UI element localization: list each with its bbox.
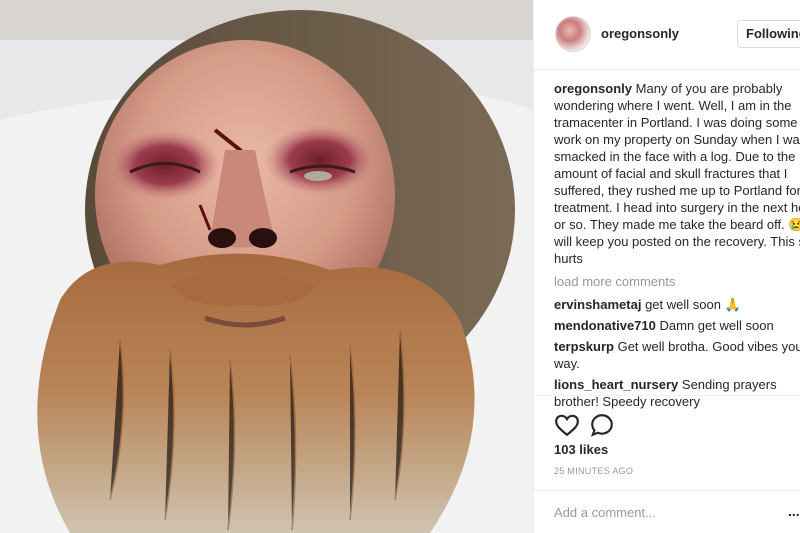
comment-bubble-icon[interactable] [589, 412, 615, 438]
comment-username[interactable]: mendonative710 [554, 318, 656, 333]
comment-username[interactable]: terpskurp [554, 339, 614, 354]
post-photo[interactable] [0, 0, 533, 533]
post-actions: 103 likes 25 MINUTES AGO [534, 395, 800, 491]
caption-text: Many of you are probably wondering where… [554, 81, 800, 266]
post-caption: oregonsonly Many of you are probably won… [554, 80, 800, 267]
comment-text: Damn get well soon [659, 318, 774, 333]
post-header: oregonsonly Following [534, 0, 800, 70]
comment-text: get well soon 🙏 [645, 297, 741, 312]
comment-item: ervinshametaj get well soon 🙏 [554, 296, 800, 313]
caption-username[interactable]: oregonsonly [554, 81, 632, 96]
comment-item: terpskurp Get well brotha. Good vibes yo… [554, 338, 800, 372]
likes-count[interactable]: 103 likes [554, 442, 608, 457]
comment-username[interactable]: ervinshametaj [554, 297, 641, 312]
following-button[interactable]: Following [737, 20, 800, 48]
post-timestamp[interactable]: 25 MINUTES AGO [554, 466, 633, 476]
post-photo-illustration [0, 0, 533, 533]
post-side-panel: oregonsonly Following oregonsonly Many o… [533, 0, 800, 533]
comment-username[interactable]: lions_heart_nursery [554, 377, 678, 392]
load-more-comments-link[interactable]: load more comments [554, 273, 800, 290]
more-options-icon[interactable]: ... [788, 503, 800, 519]
add-comment-input[interactable] [554, 500, 769, 524]
comment-item: mendonative710 Damn get well soon [554, 317, 800, 334]
add-comment-bar: ... [534, 490, 800, 533]
heart-icon[interactable] [554, 412, 580, 438]
profile-avatar[interactable] [555, 16, 591, 52]
post-author-username[interactable]: oregonsonly [601, 26, 679, 41]
comments-section: oregonsonly Many of you are probably won… [554, 80, 800, 412]
